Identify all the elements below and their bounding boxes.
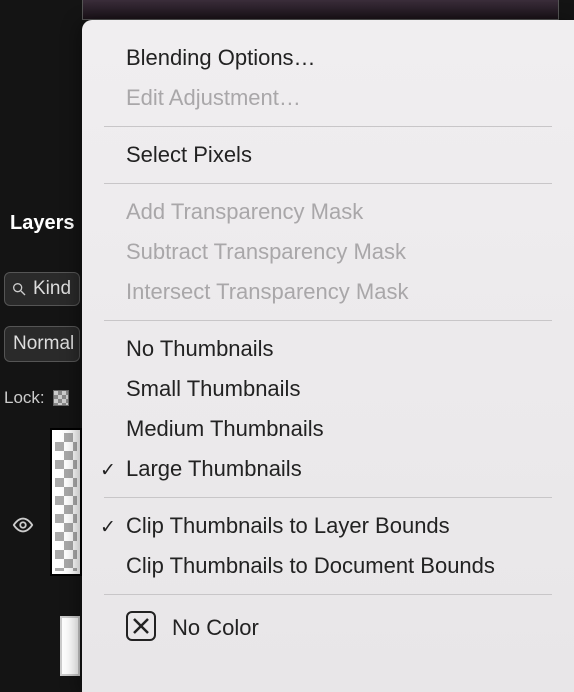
menu-label: Clip Thumbnails to Layer Bounds [126,513,450,538]
menu-clip-document-bounds[interactable]: Clip Thumbnails to Document Bounds [82,546,574,586]
lock-transparency-icon[interactable] [53,390,69,406]
menu-separator [104,126,552,127]
no-color-swatch-icon [126,611,156,641]
menu-add-transparency-mask: Add Transparency Mask [82,192,574,232]
menu-medium-thumbnails[interactable]: Medium Thumbnails [82,409,574,449]
menu-separator [104,320,552,321]
menu-subtract-transparency-mask: Subtract Transparency Mask [82,232,574,272]
layer-thumbnail-2[interactable] [60,616,80,676]
menu-edit-adjustment: Edit Adjustment… [82,78,574,118]
menu-label: Large Thumbnails [126,456,302,481]
kind-filter[interactable]: Kind [4,272,80,306]
menu-large-thumbnails[interactable]: ✓ Large Thumbnails [82,449,574,489]
lock-label: Lock: [4,388,45,408]
x-icon [131,616,151,636]
layer-thumbnail[interactable] [52,430,80,574]
menu-blending-options[interactable]: Blending Options… [82,38,574,78]
blend-mode-value: Normal [13,333,74,355]
layers-tab[interactable]: Layers [10,212,75,235]
menu-separator [104,183,552,184]
check-icon: ✓ [100,516,116,539]
blend-mode-select[interactable]: Normal [4,326,80,362]
menu-small-thumbnails[interactable]: Small Thumbnails [82,369,574,409]
search-icon [11,281,27,297]
check-icon: ✓ [100,459,116,482]
menu-label: No Color [172,615,259,641]
menu-clip-layer-bounds[interactable]: ✓ Clip Thumbnails to Layer Bounds [82,506,574,546]
canvas-area [82,0,559,20]
menu-select-pixels[interactable]: Select Pixels [82,135,574,175]
lock-row: Lock: [4,388,69,408]
context-menu: Blending Options… Edit Adjustment… Selec… [82,20,574,692]
eye-icon [12,514,34,536]
visibility-toggle[interactable] [12,514,34,541]
menu-no-thumbnails[interactable]: No Thumbnails [82,329,574,369]
menu-separator [104,497,552,498]
layers-panel: Layers Kind Normal Lock: [0,200,82,692]
kind-label: Kind [33,278,71,300]
menu-no-color[interactable]: No Color [82,603,574,653]
menu-separator [104,594,552,595]
menu-intersect-transparency-mask: Intersect Transparency Mask [82,272,574,312]
